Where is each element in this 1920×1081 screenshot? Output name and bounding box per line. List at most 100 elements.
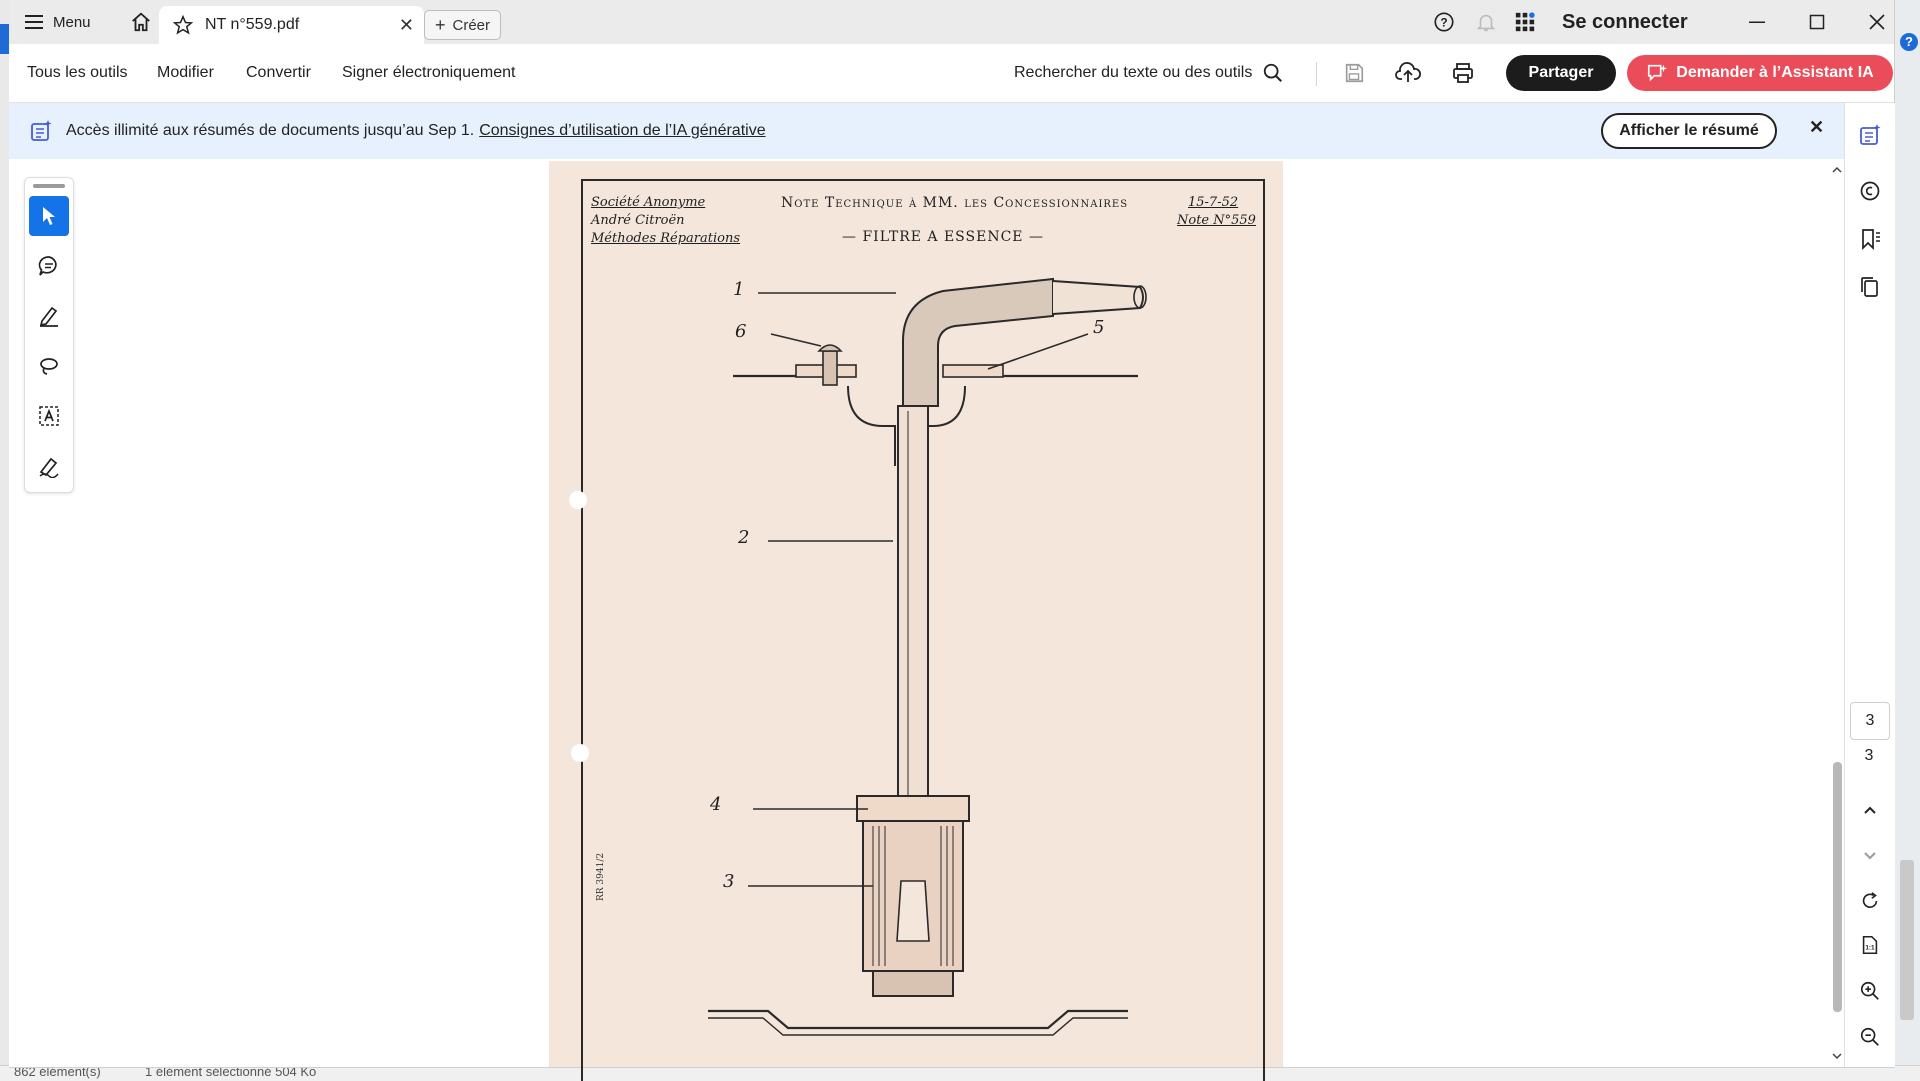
document-tab[interactable]: NT n°559.pdf ✕ (159, 6, 424, 44)
close-window-button[interactable] (1847, 0, 1907, 44)
bookmarks-panel-button[interactable] (1854, 223, 1886, 255)
edit-link[interactable]: Modifier (157, 44, 214, 102)
current-page-input[interactable]: 3 (1850, 702, 1890, 740)
page-size-button[interactable]: 1:1 (1854, 929, 1886, 961)
binder-hole (569, 491, 587, 509)
search-tools[interactable]: Rechercher du texte ou des outils (1014, 44, 1284, 102)
close-icon (1869, 14, 1885, 30)
lasso-icon (40, 358, 58, 375)
upload-button[interactable] (1392, 57, 1424, 89)
vertical-scrollbar[interactable] (1830, 159, 1844, 1067)
rotate-button[interactable] (1854, 885, 1886, 917)
fuel-filter-drawing: RR 3941/2 (596, 277, 1147, 1036)
chevron-up-icon (1864, 806, 1876, 814)
ai-assistant-button[interactable]: Demander à l’Assistant IA (1627, 55, 1893, 91)
desktop-right-edge: ? (1893, 0, 1920, 1080)
cursor-icon (43, 207, 55, 225)
copy-pages-icon (1861, 277, 1878, 297)
comment-panel-icon (1860, 181, 1880, 201)
help-icon: ? (1434, 12, 1454, 32)
help-button[interactable]: ? (1433, 0, 1455, 44)
actual-size-icon: 1:1 (1862, 935, 1878, 955)
banner-close-icon[interactable]: ✕ (1809, 117, 1824, 138)
save-button[interactable] (1338, 57, 1370, 89)
home-icon (132, 12, 150, 32)
text-box-icon (39, 406, 59, 426)
menu-button[interactable]: Menu (25, 0, 91, 44)
scroll-up-icon[interactable] (1830, 163, 1844, 177)
callout-5: 5 (1093, 317, 1105, 338)
acrobat-window: Menu NT n°559.pdf ✕ + Créer ? Se connect… (9, 0, 1895, 1081)
create-button[interactable]: + Créer (424, 10, 502, 40)
select-tool[interactable] (29, 196, 69, 236)
svg-text:?: ? (1440, 16, 1447, 30)
callout-3: 3 (723, 871, 735, 892)
binder-hole (571, 744, 589, 762)
search-icon (1264, 63, 1283, 82)
zoom-in-icon (1860, 981, 1879, 1000)
printer-icon (1453, 63, 1473, 83)
cloud-upload-icon (1395, 62, 1421, 82)
main-toolbar: Tous les outils Modifier Convertir Signe… (9, 44, 1894, 103)
maximize-icon (1809, 14, 1825, 30)
zoom-out-button[interactable] (1854, 1021, 1886, 1053)
apps-grid-icon (1515, 12, 1535, 32)
ai-summary-panel-button[interactable] (1854, 119, 1886, 151)
ai-summary-banner: Accès illimité aux résumés de documents … (9, 103, 1844, 159)
menu-label: Menu (53, 13, 91, 31)
show-summary-button[interactable]: Afficher le résumé (1601, 113, 1777, 149)
print-button[interactable] (1447, 57, 1479, 89)
signature-pen-icon (39, 457, 59, 478)
esign-link[interactable]: Signer électroniquement (342, 44, 515, 102)
toolbar-grip[interactable] (33, 184, 65, 188)
comment-tool[interactable] (29, 246, 69, 286)
tab-close-icon[interactable]: ✕ (399, 15, 414, 36)
chevron-down-icon (1864, 852, 1876, 860)
zoom-in-button[interactable] (1854, 975, 1886, 1007)
banner-text: Accès illimité aux résumés de documents … (66, 103, 766, 159)
home-button[interactable] (119, 0, 163, 44)
title-bar: Menu NT n°559.pdf ✕ + Créer ? Se connect… (9, 0, 1894, 44)
summary-panel-icon (1860, 124, 1881, 145)
ai-guidelines-link[interactable]: Consignes d’utilisation de l’IA générati… (479, 122, 765, 140)
scroll-down-icon[interactable] (1830, 1049, 1844, 1063)
right-side-panel: 3 3 1:1 (1844, 103, 1895, 1067)
maximize-button[interactable] (1787, 0, 1847, 44)
scrollbar-thumb[interactable] (1833, 762, 1842, 1012)
summary-icon (31, 120, 52, 141)
hamburger-icon (25, 15, 43, 29)
convert-link[interactable]: Convertir (246, 44, 311, 102)
pen-icon (39, 306, 58, 327)
sign-tool[interactable] (29, 446, 69, 486)
next-page-button[interactable] (1854, 839, 1886, 871)
desktop-scrollbar[interactable] (1900, 860, 1914, 1020)
toolbar-divider (1316, 62, 1317, 86)
callout-2: 2 (738, 527, 750, 548)
save-icon (1345, 63, 1364, 83)
comments-panel-button[interactable] (1854, 175, 1886, 207)
document-viewer[interactable]: Société Anonyme André Citroën Méthodes R… (9, 159, 1844, 1081)
callout-6: 6 (735, 321, 747, 342)
page-frame: Société Anonyme André Citroën Méthodes R… (581, 179, 1265, 1081)
minimize-button[interactable] (1727, 0, 1787, 44)
callout-1: 1 (733, 279, 745, 300)
apps-button[interactable] (1514, 0, 1536, 44)
quick-tools-bar (24, 177, 74, 493)
pdf-page[interactable]: Société Anonyme André Citroën Méthodes R… (549, 161, 1283, 1081)
highlight-tool[interactable] (29, 296, 69, 336)
draw-tool[interactable] (29, 346, 69, 386)
bell-icon (1476, 14, 1496, 32)
star-icon[interactable] (173, 15, 193, 35)
pages-panel-button[interactable] (1854, 271, 1886, 303)
banner-message: Accès illimité aux résumés de documents … (66, 122, 475, 139)
text-tool[interactable] (29, 396, 69, 436)
zoom-out-icon (1860, 1027, 1879, 1046)
margin-reference: RR 3941/2 (596, 853, 606, 901)
share-button[interactable]: Partager (1506, 55, 1616, 91)
login-button[interactable]: Se connecter (1562, 0, 1688, 44)
previous-page-button[interactable] (1854, 795, 1886, 827)
all-tools-link[interactable]: Tous les outils (27, 44, 128, 102)
notifications-button[interactable] (1475, 0, 1497, 44)
tab-title: NT n°559.pdf (205, 16, 300, 33)
svg-text:1:1: 1:1 (1865, 945, 1875, 952)
